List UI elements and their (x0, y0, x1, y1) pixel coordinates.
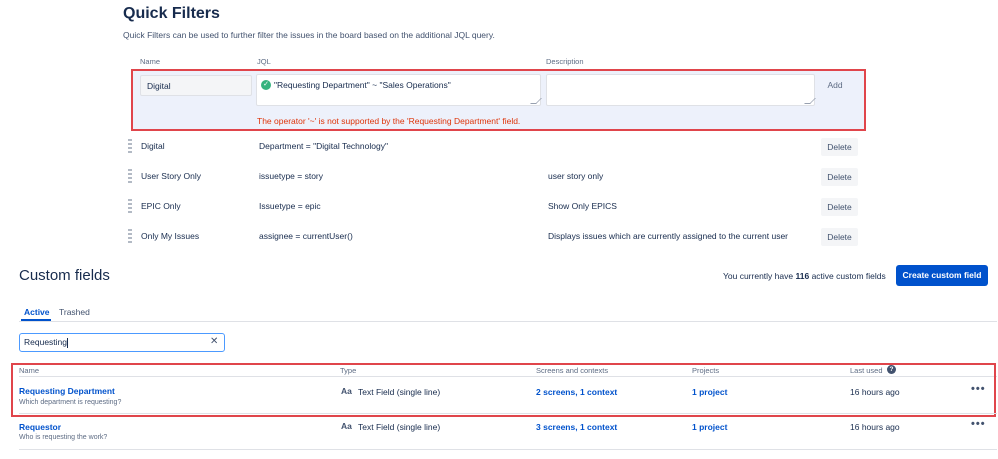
column-header-jql: JQL (257, 57, 271, 66)
delete-filter-button[interactable]: Delete (821, 138, 858, 156)
count-value: 116 (795, 271, 810, 281)
valid-check-icon: ✓ (261, 80, 271, 90)
filter-description: user story only (548, 171, 604, 181)
filter-description: Show Only EPICS (548, 201, 617, 211)
projects-link[interactable]: 1 project (692, 387, 727, 397)
drag-handle-icon[interactable] (128, 199, 132, 213)
tab-active[interactable]: Active (24, 307, 50, 317)
search-value: Requesting (24, 337, 68, 347)
active-tab-indicator (21, 319, 51, 321)
field-description: Which department is requesting? (19, 399, 122, 406)
field-type: Text Field (single line) (358, 422, 441, 432)
delete-filter-button[interactable]: Delete (821, 198, 858, 216)
filter-jql: Issuetype = epic (259, 201, 321, 211)
column-header-name: Name (140, 57, 161, 66)
drag-handle-icon[interactable] (128, 139, 132, 153)
delete-filter-button[interactable]: Delete (821, 168, 858, 186)
filter-jql: issuetype = story (259, 171, 324, 181)
highlighted-row (11, 363, 996, 417)
text-field-icon: Aa (341, 421, 352, 431)
field-description: Who is requesting the work? (19, 434, 108, 441)
delete-filter-button[interactable]: Delete (821, 228, 858, 246)
screens-link[interactable]: 2 screens, 1 context (536, 387, 617, 397)
custom-fields-title: Custom fields (19, 267, 110, 284)
filter-name: Digital (141, 141, 165, 151)
column-header-description: Description (546, 57, 584, 66)
filter-name: User Story Only (141, 171, 201, 181)
search-input[interactable]: Requesting (19, 333, 225, 352)
more-actions-icon[interactable]: ••• (971, 418, 986, 430)
screens-link[interactable]: 3 screens, 1 context (536, 422, 617, 432)
text-field-icon: Aa (341, 386, 352, 396)
quick-filters-description: Quick Filters can be used to further fil… (123, 30, 495, 40)
count-suffix: active custom fields (811, 271, 886, 281)
drag-handle-icon[interactable] (128, 229, 132, 243)
count-prefix: You currently have (723, 271, 794, 281)
quick-filters-title: Quick Filters (123, 5, 220, 22)
filter-jql-input[interactable]: "Requesting Department" ~ "Sales Operati… (256, 74, 541, 106)
add-filter-button[interactable]: Add (821, 76, 849, 94)
field-name-link[interactable]: Requestor (19, 422, 61, 432)
tabs-divider (19, 321, 997, 322)
last-used: 16 hours ago (850, 422, 900, 432)
field-name-link[interactable]: Requesting Department (19, 386, 115, 396)
tab-trashed[interactable]: Trashed (59, 307, 90, 317)
filter-jql: Department = "Digital Technology" (259, 141, 388, 151)
projects-link[interactable]: 1 project (692, 422, 727, 432)
filter-name: EPIC Only (141, 201, 181, 211)
last-used: 16 hours ago (850, 387, 900, 397)
row-divider (19, 413, 997, 414)
create-custom-field-button[interactable]: Create custom field (896, 265, 988, 286)
filter-description: Displays issues which are currently assi… (548, 231, 788, 241)
filter-jql: assignee = currentUser() (259, 231, 353, 241)
jql-error-message: The operator '~' is not supported by the… (257, 116, 521, 126)
drag-handle-icon[interactable] (128, 169, 132, 183)
more-actions-icon[interactable]: ••• (971, 383, 986, 395)
filter-description-input[interactable] (546, 74, 815, 106)
filter-name-input[interactable]: Digital (140, 75, 252, 96)
text-caret (67, 337, 69, 348)
filter-name: Only My Issues (141, 231, 200, 241)
custom-field-count: You currently have 116 active custom fie… (723, 271, 886, 281)
row-divider (19, 449, 997, 450)
clear-icon[interactable]: ✕ (210, 336, 218, 347)
field-type: Text Field (single line) (358, 387, 441, 397)
